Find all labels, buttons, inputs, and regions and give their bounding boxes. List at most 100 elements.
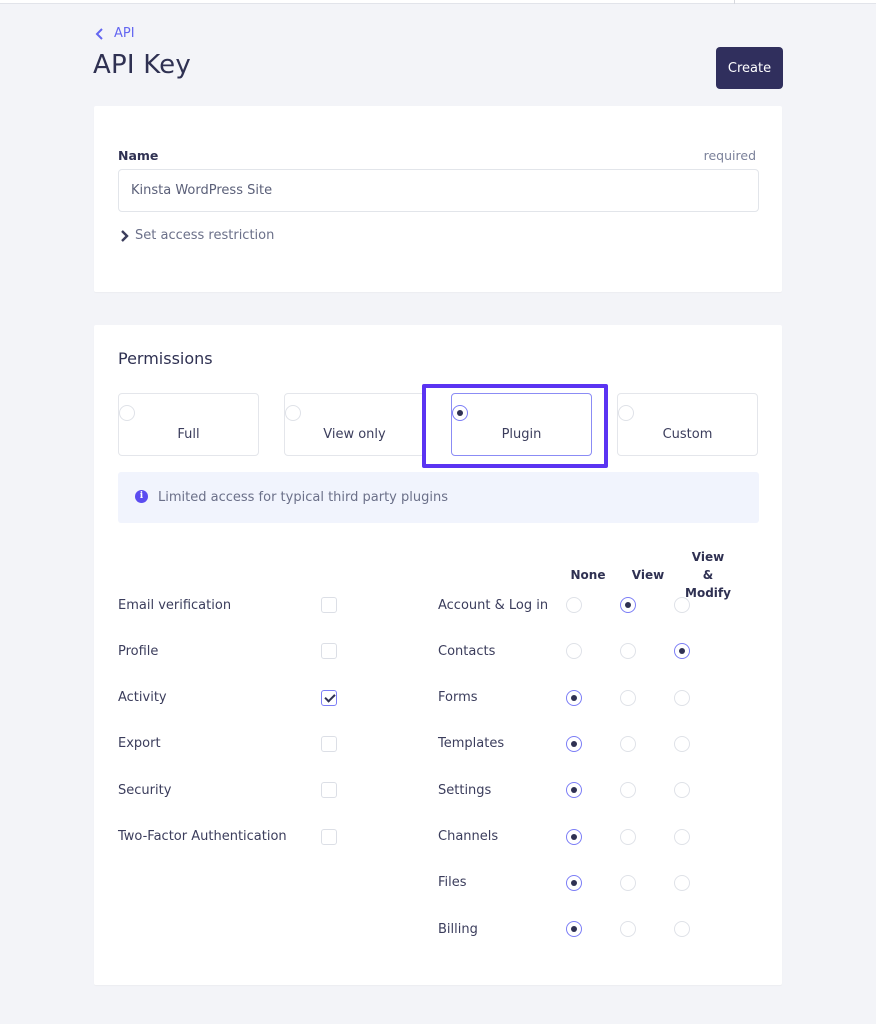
radio-cell [673,735,728,752]
column-header-view: View [631,568,665,582]
permission-level-label: Billing [438,921,478,937]
preset-radio[interactable] [119,405,135,421]
permission-toggle-row: Profile [118,641,348,661]
info-icon: i [135,489,148,503]
permission-level-row: Channels [438,827,728,847]
access-restriction-toggle[interactable]: Set access restriction [120,228,274,243]
level-radio-view[interactable] [619,828,636,845]
radio-cell [619,643,674,660]
preset-full[interactable]: Full [118,393,259,456]
name-label: Name [118,148,159,163]
permissions-card: Permissions Full View only Plugin Custom… [94,325,782,985]
permission-checkbox[interactable] [321,782,337,799]
level-radio-view-modify[interactable] [673,828,690,845]
radio-cell [619,828,674,845]
preset-radio[interactable] [285,405,301,421]
name-card: Name required Set access restriction [94,106,782,292]
level-radio-none[interactable] [565,735,582,752]
page-title: API Key [93,50,191,80]
level-radio-none[interactable] [565,874,582,891]
permission-level-row: Forms [438,688,728,708]
permission-checkbox[interactable] [321,689,337,706]
radio-cell [673,874,728,891]
level-radio-view[interactable] [619,643,636,660]
level-radio-view-modify[interactable] [673,921,690,938]
permission-level-label: Templates [438,736,505,752]
name-input[interactable] [118,169,759,212]
permission-level-label: Contacts [438,643,496,659]
level-radio-view-modify[interactable] [673,689,690,706]
permission-level-label: Account & Log in [438,597,549,613]
radio-cell [673,689,728,706]
preset-radio[interactable] [618,405,634,421]
preset-view-only[interactable]: View only [284,393,425,456]
top-bar-divider [734,0,735,4]
info-text: Limited access for typical third party p… [158,490,448,505]
permission-toggle-label: Activity [118,690,167,706]
back-link-label: API [114,26,135,41]
permission-toggle-label: Email verification [118,597,232,613]
permissions-title: Permissions [118,349,213,368]
preset-plugin[interactable]: Plugin [451,393,592,456]
preset-radio[interactable] [452,405,468,421]
access-restriction-label: Set access restriction [135,228,275,243]
radio-cell [673,643,728,660]
preset-label: Full [177,427,200,442]
radio-cell [673,782,728,799]
level-radio-view[interactable] [619,689,636,706]
chevron-left-icon [95,27,103,40]
preset-label: Plugin [501,427,542,442]
radio-cell [619,921,674,938]
preset-label: View only [323,427,386,442]
level-radio-view[interactable] [619,735,636,752]
radio-cell [673,597,728,613]
radio-cell [565,689,620,706]
chevron-right-icon [121,229,129,242]
level-radio-view-modify[interactable] [673,597,690,613]
level-radio-view[interactable] [619,597,636,613]
permission-toggle-label: Two-Factor Authentication [118,829,287,844]
permission-checkbox[interactable] [321,828,337,845]
level-radio-view-modify[interactable] [673,735,690,752]
radio-cell [673,921,728,938]
level-radio-view[interactable] [619,874,636,891]
permission-level-label: Settings [438,782,492,798]
permission-level-row: Files [438,873,728,893]
permission-checkbox[interactable] [321,597,337,613]
radio-cell [619,735,674,752]
level-radio-none[interactable] [565,689,582,706]
permission-toggle-row: Activity [118,688,348,708]
radio-cell [565,874,620,891]
permission-toggle-label: Export [118,736,161,752]
permission-toggle-label: Profile [118,643,159,659]
permission-toggle-row: Export [118,734,348,754]
permission-checkbox[interactable] [321,735,337,752]
permission-level-label: Forms [438,690,478,706]
top-bar [0,0,876,4]
permission-level-row: Account & Log in [438,595,728,615]
level-radio-none[interactable] [565,782,582,799]
level-radio-none[interactable] [565,597,582,613]
permission-checkbox[interactable] [321,643,337,660]
column-header-none: None [570,568,606,582]
permission-toggle-label: Security [118,782,172,798]
level-radio-view[interactable] [619,921,636,938]
info-banner: i Limited access for typical third party… [118,472,759,523]
level-radio-view-modify[interactable] [673,874,690,891]
permission-level-row: Settings [438,780,728,800]
radio-cell [673,828,728,845]
level-radio-none[interactable] [565,643,582,660]
radio-cell [619,597,674,613]
preset-custom[interactable]: Custom [617,393,758,456]
radio-cell [619,782,674,799]
radio-cell [565,921,620,938]
create-button[interactable]: Create [716,47,783,89]
back-link[interactable]: API [95,26,135,41]
radio-cell [619,874,674,891]
level-radio-none[interactable] [565,828,582,845]
level-radio-view-modify[interactable] [673,782,690,799]
level-radio-view[interactable] [619,782,636,799]
required-label: required [703,148,756,163]
level-radio-none[interactable] [565,921,582,938]
level-radio-view-modify[interactable] [673,643,690,660]
